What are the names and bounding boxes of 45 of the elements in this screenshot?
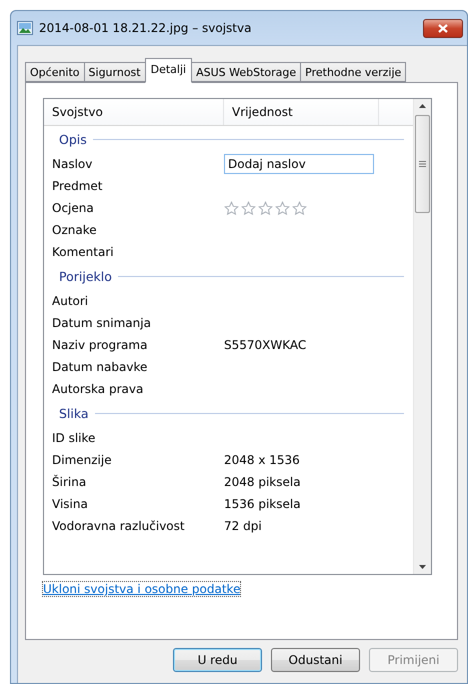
dialog-button[interactable]: U redu xyxy=(173,648,262,672)
tab[interactable]: ASUS WebStorage xyxy=(191,62,302,82)
property-name: Oznake xyxy=(51,223,98,237)
column-header[interactable]: Svojstvo xyxy=(44,99,224,125)
property-name: Autori xyxy=(51,294,90,308)
remove-properties-link[interactable]: Ukloni svojstva i osobne podatke xyxy=(43,582,240,596)
star-icon[interactable] xyxy=(258,200,273,216)
tab[interactable]: Općenito xyxy=(25,62,85,82)
column-header[interactable]: Vrijednost xyxy=(224,99,379,125)
property-name: ID slike xyxy=(51,431,96,445)
close-button[interactable] xyxy=(423,18,463,38)
dialog-button[interactable]: Odustani xyxy=(271,648,360,672)
window-title: 2014-08-01 18.21.22.jpg – svojstva xyxy=(39,21,252,35)
title-field[interactable]: Dodaj naslov xyxy=(224,154,374,174)
property-name: Autorska prava xyxy=(51,382,144,396)
property-name: Ocjena xyxy=(51,201,95,215)
close-icon[interactable] xyxy=(438,24,448,32)
group-heading: Opis xyxy=(59,132,87,147)
property-value: S5570XWKAC xyxy=(224,338,306,352)
property-name: Komentari xyxy=(51,245,115,259)
property-name: Datum snimanja xyxy=(51,316,152,330)
tab[interactable]: Prethodne verzije xyxy=(300,62,406,82)
tab[interactable]: Sigurnost xyxy=(84,62,146,82)
star-icon[interactable] xyxy=(292,200,307,216)
property-name: Naslov xyxy=(51,157,94,171)
image-file-icon xyxy=(17,21,33,35)
star-icon[interactable] xyxy=(224,200,239,216)
property-name: Datum nabavke xyxy=(51,360,148,374)
group-heading: Slika xyxy=(59,406,89,421)
property-name: Predmet xyxy=(51,179,104,193)
property-value: 72 dpi xyxy=(224,519,262,533)
property-name: Širina xyxy=(51,475,88,489)
property-value: 2048 x 1536 xyxy=(224,453,300,467)
property-name: Dimenzije xyxy=(51,453,113,467)
property-value: 2048 piksela xyxy=(224,475,301,489)
tab[interactable]: Detalji xyxy=(144,58,192,83)
scroll-thumb[interactable] xyxy=(415,115,430,213)
group-heading: Porijeklo xyxy=(59,269,112,284)
scrollbar[interactable] xyxy=(413,99,431,574)
property-value: 1536 piksela xyxy=(224,497,301,511)
property-name: Vodoravna razlučivost xyxy=(51,519,186,533)
star-icon[interactable] xyxy=(241,200,256,216)
star-icon[interactable] xyxy=(275,200,290,216)
property-name: Naziv programa xyxy=(51,338,148,352)
property-name: Visina xyxy=(51,497,89,511)
